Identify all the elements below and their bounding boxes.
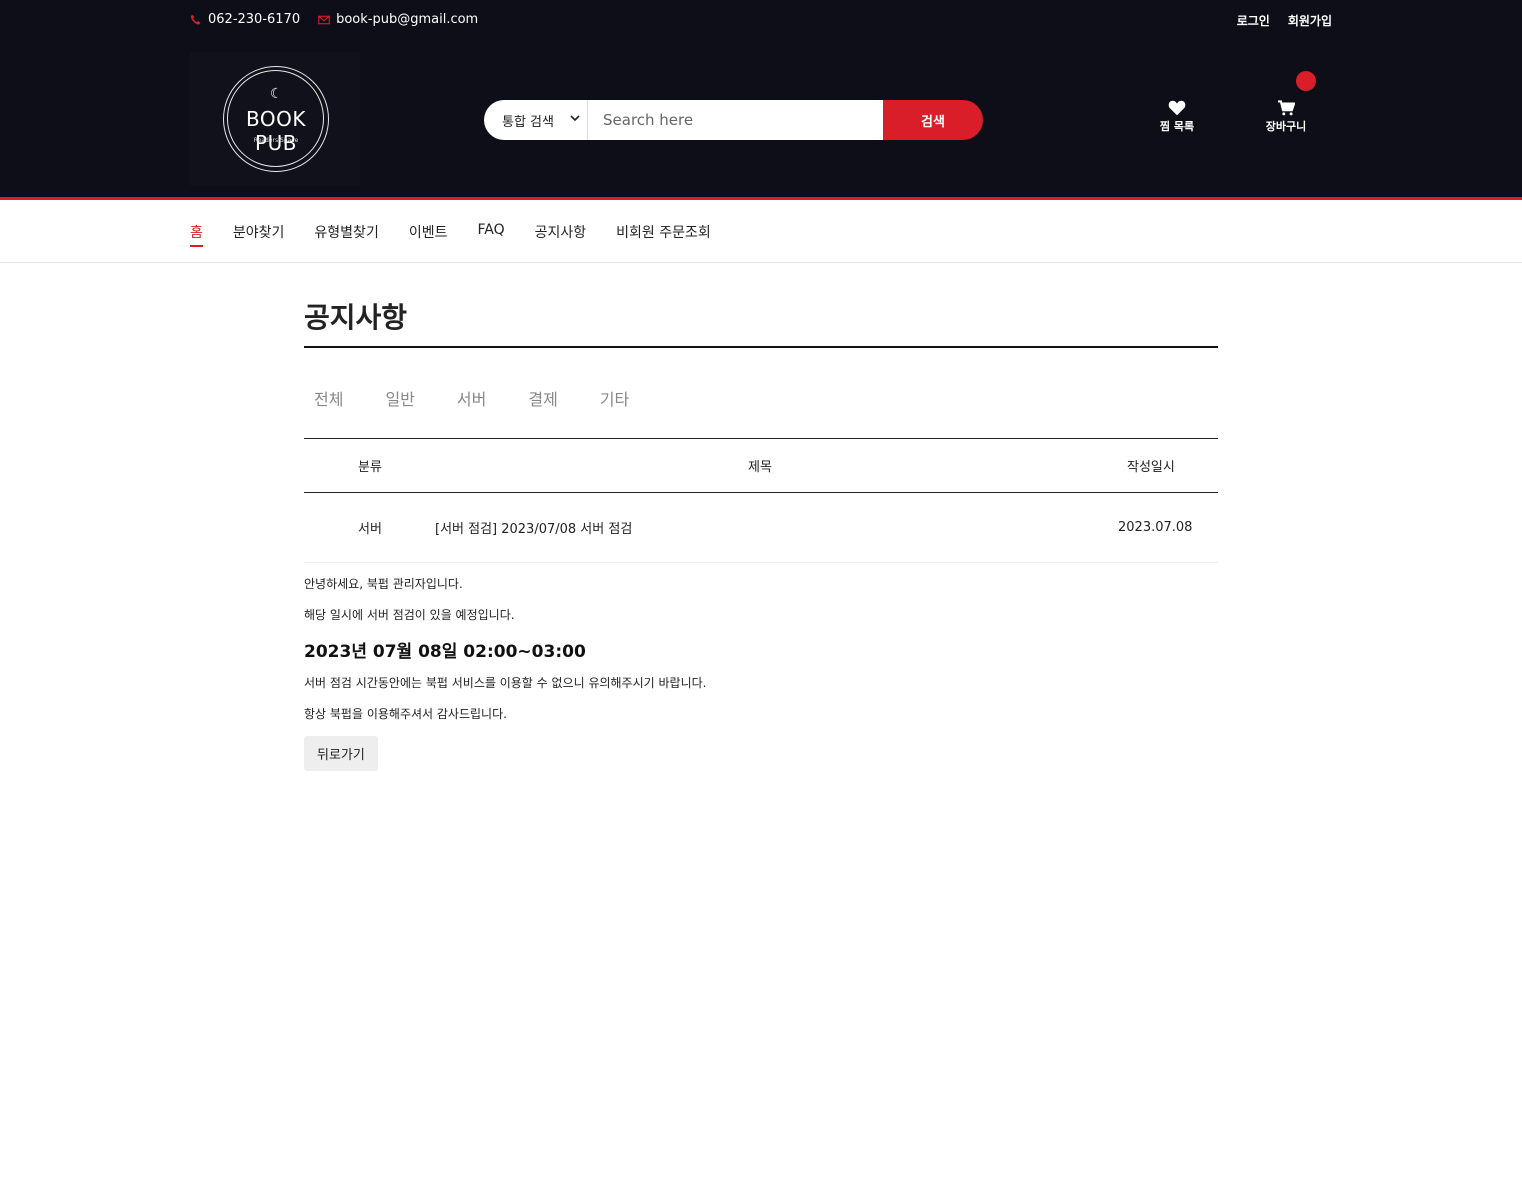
nav-item-event[interactable]: 이벤트 xyxy=(409,222,448,247)
tab-all[interactable]: 전체 xyxy=(314,386,343,410)
nav-item-category[interactable]: 분야찾기 xyxy=(233,222,285,247)
table-row: 서버 [서버 점검] 2023/07/08 서버 점검 2023.07.08 xyxy=(304,493,1218,563)
nav-item-notice[interactable]: 공지사항 xyxy=(535,222,587,247)
row-category: 서버 xyxy=(358,522,382,537)
moon-icon: ☾ xyxy=(270,86,283,102)
email-address: book-pub@gmail.com xyxy=(336,12,479,27)
heart-icon xyxy=(1168,100,1186,116)
cart-button[interactable]: 장바구니 xyxy=(1256,100,1316,134)
nav-item-type[interactable]: 유형별찾기 xyxy=(314,222,378,247)
top-bar: 062-230-6170 book-pub@gmail.com 로그인 회원가입 xyxy=(0,0,1522,40)
page-title: 공지사항 xyxy=(304,296,1218,348)
email-contact: book-pub@gmail.com xyxy=(318,12,478,27)
logo[interactable]: ☾ BOOK PUB Readers Space xyxy=(190,52,360,186)
nav-item-guest-order[interactable]: 비회원 주문조회 xyxy=(616,222,711,247)
search-placeholder: Search here xyxy=(603,111,694,129)
category-tabs: 전체 일반 서버 결제 기타 xyxy=(304,386,1218,410)
phone-contact: 062-230-6170 xyxy=(190,12,300,27)
header-date: 작성일시 xyxy=(1127,460,1175,475)
row-title: [서버 점검] 2023/07/08 서버 점검 xyxy=(435,522,633,537)
cart-badge xyxy=(1296,71,1316,91)
signup-link[interactable]: 회원가입 xyxy=(1288,12,1332,29)
logo-ring: ☾ BOOK PUB Readers Space xyxy=(223,66,329,172)
body-heading-datetime: 2023년 07월 08일 02:00~03:00 xyxy=(304,642,586,662)
notice-content: 공지사항 전체 일반 서버 결제 기타 분류 제목 작성일시 서버 [서버 점검… xyxy=(304,296,1218,771)
tab-etc[interactable]: 기타 xyxy=(600,386,629,410)
search-input[interactable]: Search here xyxy=(588,100,883,140)
body-line-warning: 서버 점검 시간동안에는 북펍 서비스를 이용할 수 없으니 유의해주시기 바랍… xyxy=(304,676,707,690)
row-date: 2023.07.08 xyxy=(1118,520,1193,535)
main-nav: 홈 분야찾기 유형별찾기 이벤트 FAQ 공지사항 비회원 주문조회 xyxy=(0,200,1522,263)
nav-item-home[interactable]: 홈 xyxy=(190,222,203,247)
tab-server[interactable]: 서버 xyxy=(457,386,486,410)
tab-general[interactable]: 일반 xyxy=(385,386,414,410)
notice-table: 분류 제목 작성일시 서버 [서버 점검] 2023/07/08 서버 점검 2… xyxy=(304,438,1218,563)
chevron-down-icon xyxy=(570,115,580,122)
envelope-icon xyxy=(318,15,330,24)
search-button[interactable]: 검색 xyxy=(883,100,983,140)
wishlist-label: 찜 목록 xyxy=(1159,120,1195,133)
header-title: 제목 xyxy=(748,460,772,475)
login-link[interactable]: 로그인 xyxy=(1237,12,1270,29)
cart-icon xyxy=(1278,100,1295,116)
body-line-thanks: 항상 북펍을 이용해주셔서 감사드립니다. xyxy=(304,707,507,721)
header: ☾ BOOK PUB Readers Space 통합 검색 Search he… xyxy=(0,40,1522,200)
phone-number: 062-230-6170 xyxy=(208,12,301,27)
body-line-greeting: 안녕하세요, 북펍 관리자입니다. xyxy=(304,577,463,591)
search-bar: 통합 검색 Search here 검색 xyxy=(484,100,983,140)
nav-item-faq[interactable]: FAQ xyxy=(477,222,504,247)
search-type-select[interactable]: 통합 검색 xyxy=(484,100,588,140)
logo-tagline: Readers Space xyxy=(253,137,299,144)
tab-payment[interactable]: 결제 xyxy=(528,386,557,410)
table-header: 분류 제목 작성일시 xyxy=(304,439,1218,493)
notice-body: 안녕하세요, 북펍 관리자입니다. 해당 일시에 서버 점검이 있을 예정입니다… xyxy=(304,575,1218,771)
back-button[interactable]: 뒤로가기 xyxy=(304,736,378,771)
search-type-value: 통합 검색 xyxy=(502,114,554,130)
wishlist-button[interactable]: 찜 목록 xyxy=(1147,100,1207,134)
phone-icon xyxy=(190,14,201,24)
cart-label: 장바구니 xyxy=(1265,120,1307,133)
body-line-schedule: 해당 일시에 서버 점검이 있을 예정입니다. xyxy=(304,608,515,622)
header-category: 분류 xyxy=(358,460,382,475)
logo-brand: BOOK PUB xyxy=(246,107,306,155)
